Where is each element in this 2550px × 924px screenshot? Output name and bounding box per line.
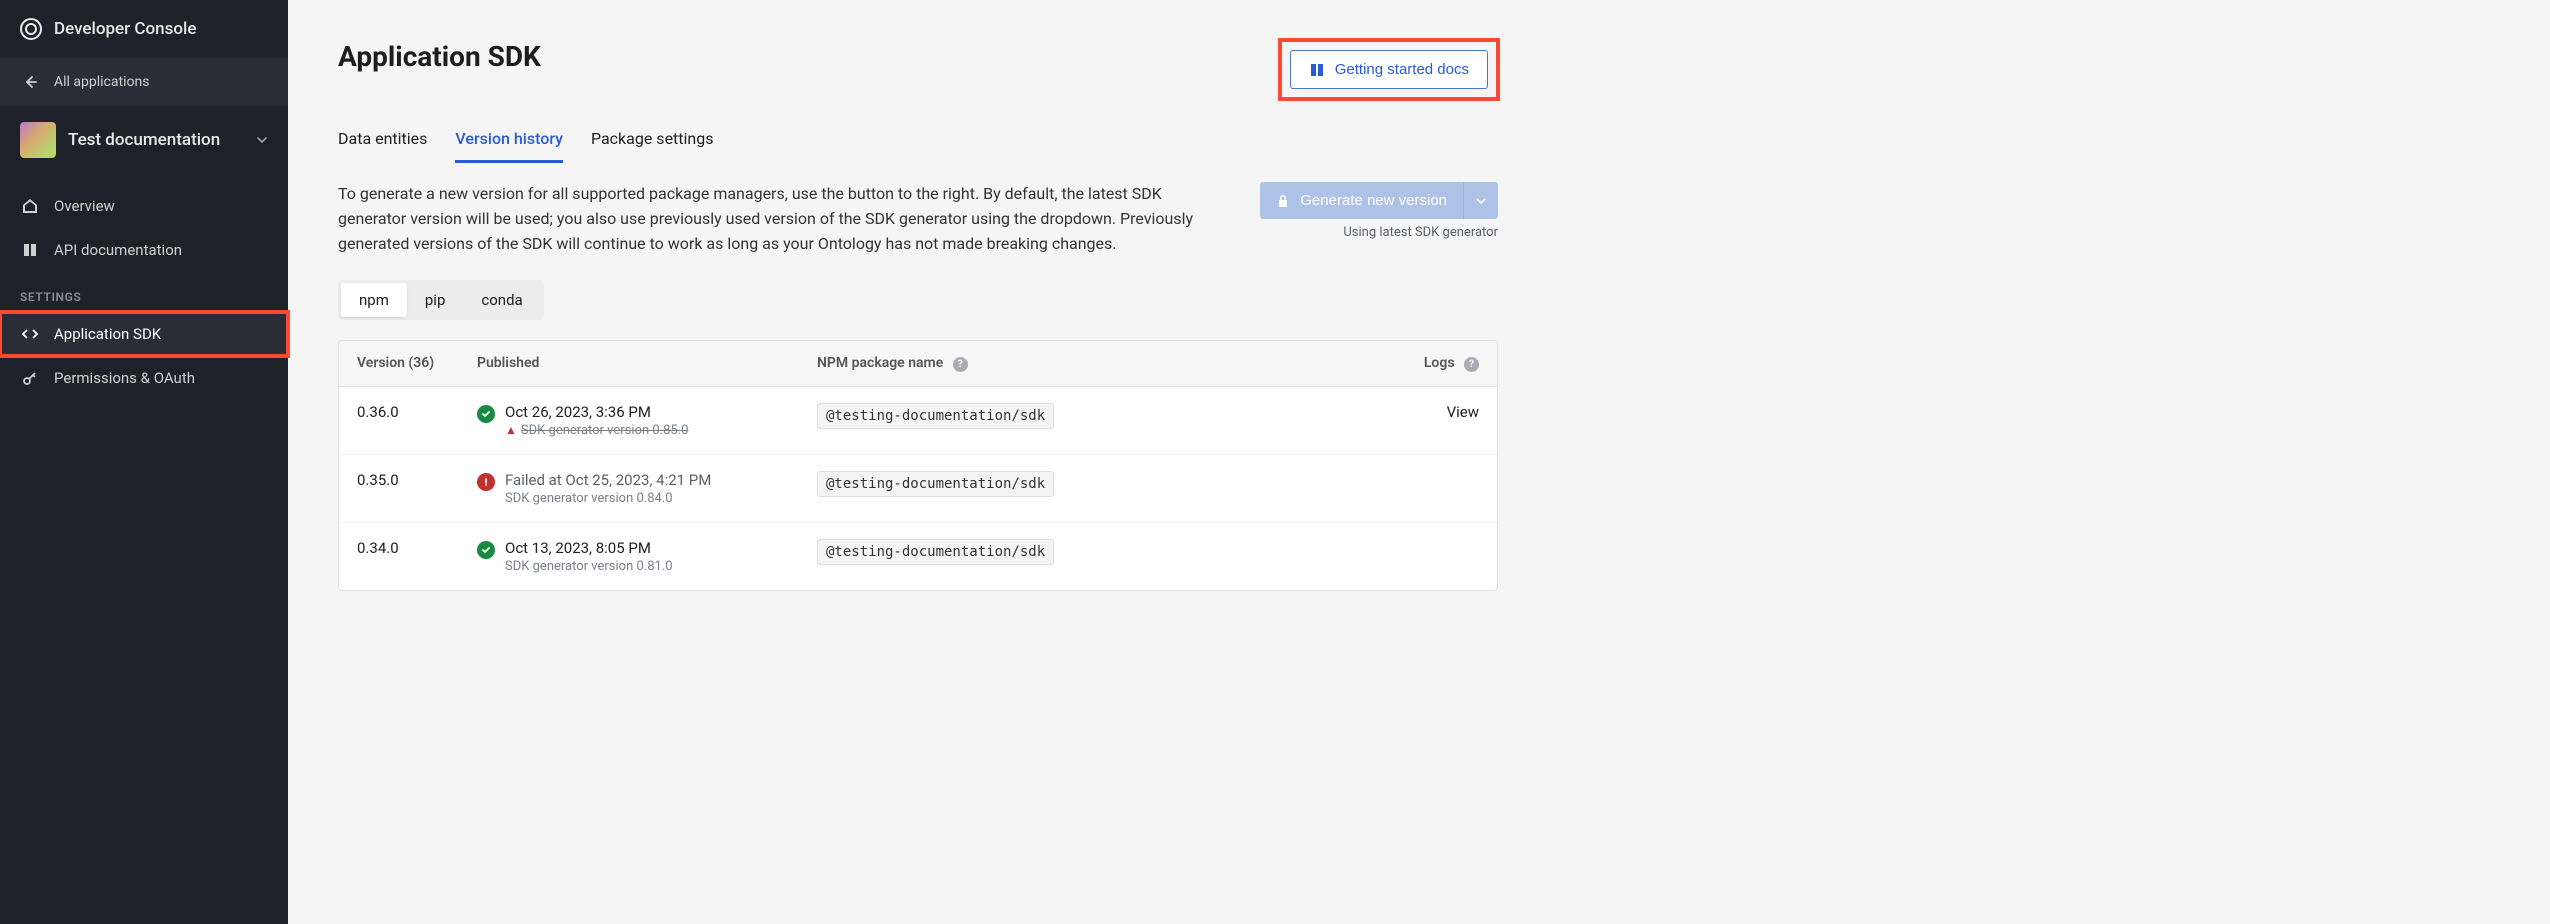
lock-icon bbox=[1276, 194, 1290, 208]
book-icon bbox=[1309, 62, 1325, 78]
header-package: NPM package name ? bbox=[817, 355, 1379, 372]
tab-data-entities[interactable]: Data entities bbox=[338, 123, 427, 163]
help-icon[interactable]: ? bbox=[953, 357, 968, 372]
nav-overview[interactable]: Overview bbox=[0, 184, 288, 228]
docs-button-highlight: Getting started docs bbox=[1280, 40, 1498, 99]
settings-section-label: SETTINGS bbox=[0, 272, 288, 312]
published-date: Oct 26, 2023, 3:36 PM bbox=[505, 403, 688, 421]
code-icon bbox=[20, 324, 40, 344]
logs-cell: View bbox=[1379, 403, 1479, 421]
page-header: Application SDK Getting started docs bbox=[338, 40, 1498, 99]
generator-version-sub: SDK generator version 0.84.0 bbox=[505, 491, 711, 506]
version-number: 0.36.0 bbox=[357, 403, 477, 421]
nav-api-doc-label: API documentation bbox=[54, 241, 182, 259]
sidebar: Developer Console All applications Test … bbox=[0, 0, 288, 924]
console-title: Developer Console bbox=[54, 19, 196, 39]
published-cell: Oct 13, 2023, 8:05 PM SDK generator versi… bbox=[477, 539, 817, 574]
pm-tab-conda[interactable]: conda bbox=[463, 283, 540, 317]
package-manager-tabs: npm pip conda bbox=[338, 280, 544, 320]
header-version: Version (36) bbox=[357, 355, 477, 372]
nav-api-documentation[interactable]: API documentation bbox=[0, 228, 288, 272]
arrow-left-icon bbox=[20, 72, 40, 92]
generator-version-sub: ▲SDK generator version 0.85.0 bbox=[505, 423, 688, 438]
published-date: Failed at Oct 25, 2023, 4:21 PM bbox=[505, 471, 711, 489]
docs-button-label: Getting started docs bbox=[1335, 61, 1469, 78]
generator-version-sub: SDK generator version 0.81.0 bbox=[505, 559, 673, 574]
book-icon bbox=[20, 240, 40, 260]
generate-dropdown-button[interactable] bbox=[1463, 182, 1498, 219]
header-published: Published bbox=[477, 355, 817, 372]
generate-button-label: Generate new version bbox=[1300, 192, 1447, 209]
description-text: To generate a new version for all suppor… bbox=[338, 182, 1220, 256]
app-selector[interactable]: Test documentation bbox=[0, 106, 288, 174]
package-name-code[interactable]: @testing-documentation/sdk bbox=[817, 539, 1054, 565]
published-cell: Failed at Oct 25, 2023, 4:21 PM SDK gener… bbox=[477, 471, 817, 506]
tab-version-history[interactable]: Version history bbox=[455, 123, 563, 163]
error-circle-icon bbox=[477, 473, 495, 491]
package-name-code[interactable]: @testing-documentation/sdk bbox=[817, 471, 1054, 497]
version-number: 0.35.0 bbox=[357, 471, 477, 489]
app-logo-icon bbox=[20, 18, 42, 40]
pm-tab-pip[interactable]: pip bbox=[407, 283, 464, 317]
generate-column: Generate new version Using latest SDK ge… bbox=[1260, 182, 1498, 240]
package-cell: @testing-documentation/sdk bbox=[817, 403, 1379, 429]
chevron-down-icon bbox=[256, 134, 268, 146]
nav-app-sdk-label: Application SDK bbox=[54, 325, 161, 343]
app-avatar-icon bbox=[20, 122, 56, 158]
check-circle-icon bbox=[477, 541, 495, 559]
package-cell: @testing-documentation/sdk bbox=[817, 471, 1379, 497]
package-cell: @testing-documentation/sdk bbox=[817, 539, 1379, 565]
generate-subtext: Using latest SDK generator bbox=[1343, 225, 1498, 240]
version-number: 0.34.0 bbox=[357, 539, 477, 557]
header-logs: Logs ? bbox=[1379, 355, 1479, 372]
check-circle-icon bbox=[477, 405, 495, 423]
package-name-code[interactable]: @testing-documentation/sdk bbox=[817, 403, 1054, 429]
app-name: Test documentation bbox=[68, 130, 244, 150]
table-row: 0.35.0 Failed at Oct 25, 2023, 4:21 PM SDK… bbox=[339, 455, 1497, 523]
tab-package-settings[interactable]: Package settings bbox=[591, 123, 714, 163]
sidebar-nav: Overview API documentation SETTINGS Appl… bbox=[0, 174, 288, 410]
home-icon bbox=[20, 196, 40, 216]
table-row: 0.36.0 Oct 26, 2023, 3:36 PM ▲SDK generato… bbox=[339, 387, 1497, 455]
nav-perm-oauth-label: Permissions & OAuth bbox=[54, 369, 195, 387]
main-content: Application SDK Getting started docs Dat… bbox=[288, 0, 1548, 924]
back-all-applications[interactable]: All applications bbox=[0, 58, 288, 106]
published-date: Oct 13, 2023, 8:05 PM bbox=[505, 539, 673, 557]
generate-button-group: Generate new version bbox=[1260, 182, 1498, 219]
key-icon bbox=[20, 368, 40, 388]
back-label: All applications bbox=[54, 74, 149, 90]
nav-overview-label: Overview bbox=[54, 197, 115, 215]
content-tabs: Data entities Version history Package se… bbox=[338, 123, 1498, 164]
getting-started-docs-button[interactable]: Getting started docs bbox=[1290, 50, 1488, 89]
description-row: To generate a new version for all suppor… bbox=[338, 182, 1498, 256]
table-row: 0.34.0 Oct 13, 2023, 8:05 PM SDK generator… bbox=[339, 523, 1497, 590]
sidebar-header: Developer Console bbox=[0, 0, 288, 58]
published-cell: Oct 26, 2023, 3:36 PM ▲SDK generator vers… bbox=[477, 403, 817, 438]
nav-application-sdk[interactable]: Application SDK bbox=[0, 312, 288, 356]
nav-permissions-oauth[interactable]: Permissions & OAuth bbox=[0, 356, 288, 400]
pm-tab-npm[interactable]: npm bbox=[341, 283, 407, 317]
versions-table: Version (36) Published NPM package name … bbox=[338, 340, 1498, 591]
table-header: Version (36) Published NPM package name … bbox=[339, 341, 1497, 387]
warning-icon: ▲ bbox=[505, 423, 517, 437]
page-title: Application SDK bbox=[338, 40, 541, 73]
generate-new-version-button[interactable]: Generate new version bbox=[1260, 182, 1463, 219]
view-logs-link[interactable]: View bbox=[1447, 403, 1479, 421]
help-icon[interactable]: ? bbox=[1464, 357, 1479, 372]
